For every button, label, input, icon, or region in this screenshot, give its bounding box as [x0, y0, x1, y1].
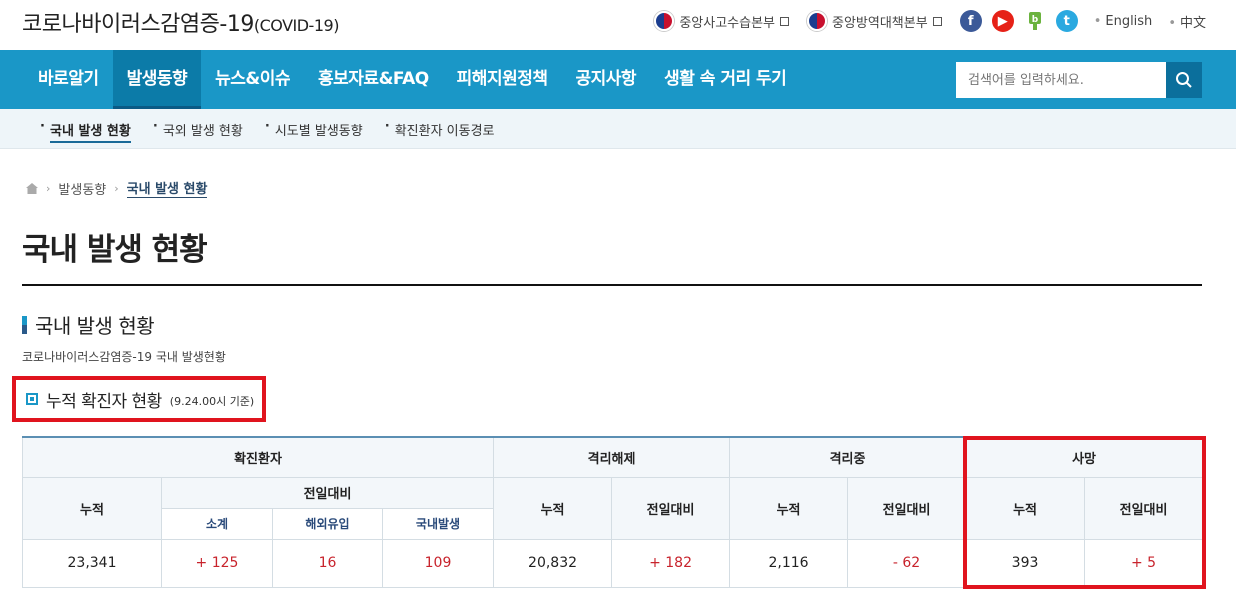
isolated-cumulative: 2,116: [729, 538, 849, 588]
header-released: 격리해제: [493, 436, 731, 478]
site-title-main: 코로나바이러스감염증-19: [22, 12, 254, 37]
section-title: 국내 발생 현황: [22, 310, 155, 339]
government-emblem-icon: [807, 11, 827, 31]
gov-link-cdhq[interactable]: 중앙방역대책본부: [807, 11, 942, 31]
main-nav: 바로알기 발생동향 뉴스&이슈 홍보자료&FAQ 피해지원정책 공지사항 생활 …: [0, 50, 1236, 109]
released-cumulative: 20,832: [493, 538, 613, 588]
blog-icon[interactable]: b: [1023, 10, 1046, 32]
header-released-cumulative: 누적: [493, 476, 613, 540]
breadcrumb-item[interactable]: 발생동향: [58, 179, 106, 198]
external-link-icon: [780, 16, 789, 26]
cumulative-stats-table: 확진환자 격리해제 격리중 사망 누적 전일대비 누적 전일대비 누적 전일대비…: [21, 436, 1204, 588]
subsection-title: 누적 확진자 현황: [46, 391, 162, 412]
confirmed-cumulative: 23,341: [22, 538, 162, 588]
header-deaths: 사망: [965, 436, 1204, 478]
site-title-sub: (COVID-19): [253, 16, 340, 35]
main-nav-items: 바로알기 발생동향 뉴스&이슈 홍보자료&FAQ 피해지원정책 공지사항 생활 …: [24, 50, 800, 109]
breadcrumb-current[interactable]: 국내 발생 현황: [126, 178, 208, 198]
twitter-icon[interactable]: t: [1055, 10, 1078, 32]
header-released-daily: 전일대비: [611, 476, 731, 540]
header-confirmed-daily: 전일대비: [160, 476, 495, 509]
square-bullet-icon: [26, 393, 38, 405]
isolated-daily: - 62: [847, 538, 967, 588]
subsection-note: (9.24.00시 기준): [169, 394, 255, 408]
nav-item-trends[interactable]: 발생동향: [112, 50, 202, 109]
section-title-text: 국내 발생 현황: [35, 314, 155, 338]
subnav-item-domestic[interactable]: 국내 발생 현황: [40, 119, 131, 143]
facebook-icon[interactable]: f: [959, 10, 982, 32]
subnav-item-label: 확진환자 이동경로: [394, 123, 495, 139]
header-isolated-cumulative: 누적: [729, 476, 849, 540]
nav-item-about[interactable]: 바로알기: [24, 50, 113, 109]
gov-link-cdsch[interactable]: 중앙사고수습본부: [654, 11, 789, 31]
section-description: 코로나바이러스감염증-19 국내 발생현황: [22, 350, 226, 364]
gov-link-label: 중앙사고수습본부: [679, 15, 775, 31]
nav-item-distancing[interactable]: 생활 속 거리 두기: [650, 50, 800, 109]
subnav-item-routes[interactable]: 확진환자 이동경로: [385, 119, 495, 139]
header-deaths-cumulative: 누적: [965, 476, 1086, 540]
chevron-right-icon: ›: [114, 181, 119, 195]
subnav-item-label: 국내 발생 현황: [50, 123, 131, 143]
nav-item-news[interactable]: 뉴스&이슈: [201, 50, 304, 109]
confirmed-overseas: 16: [272, 538, 383, 588]
home-icon[interactable]: [26, 182, 38, 194]
top-bar: 코로나바이러스감염증-19(COVID-19) 중앙사고수습본부 중앙방역대책본…: [0, 0, 1236, 50]
header-overseas: 해외유입: [272, 507, 383, 540]
sub-nav-items: 국내 발생 현황 국외 발생 현황 시도별 발생동향 확진환자 이동경로: [40, 109, 495, 149]
gov-link-label: 중앙방역대책본부: [832, 15, 928, 31]
search-icon: [1176, 72, 1192, 88]
search-input[interactable]: [956, 62, 1166, 98]
site-title[interactable]: 코로나바이러스감염증-19(COVID-19): [22, 6, 339, 38]
subnav-item-regional[interactable]: 시도별 발생동향: [265, 119, 363, 139]
lang-english[interactable]: English: [1094, 14, 1152, 29]
external-link-icon: [932, 16, 942, 26]
header-confirmed: 확진환자: [21, 436, 495, 478]
title-divider: [22, 284, 1202, 286]
lang-chinese[interactable]: 中文: [1168, 12, 1206, 31]
deaths-daily: + 5: [1084, 538, 1204, 588]
sub-nav: 국내 발생 현황 국외 발생 현황 시도별 발생동향 확진환자 이동경로: [0, 109, 1236, 149]
table-header-row: 확진환자 격리해제 격리중 사망: [21, 436, 1204, 478]
header-isolated: 격리중: [729, 436, 967, 478]
confirmed-daily-total: + 125: [161, 538, 273, 588]
table-row: 23,341 + 125 16 109 20,832 + 182 2,116 -…: [22, 538, 1204, 588]
deaths-cumulative: 393: [965, 538, 1086, 588]
nav-item-promo-faq[interactable]: 홍보자료&FAQ: [304, 50, 443, 109]
subnav-item-label: 국외 발생 현황: [162, 123, 243, 139]
youtube-icon[interactable]: ▶: [991, 10, 1014, 32]
nav-item-support[interactable]: 피해지원정책: [443, 50, 562, 109]
subnav-item-label: 시도별 발생동향: [274, 123, 363, 139]
nav-item-notice[interactable]: 공지사항: [562, 50, 651, 109]
header-subtotal: 소계: [161, 507, 273, 540]
header-confirmed-cumulative: 누적: [22, 476, 162, 540]
header-domestic: 국내발생: [381, 507, 495, 540]
subnav-item-overseas[interactable]: 국외 발생 현황: [153, 119, 243, 139]
subsection-title-highlight: 누적 확진자 현황 (9.24.00시 기준): [12, 376, 266, 422]
header-isolated-daily: 전일대비: [847, 476, 967, 540]
search-button[interactable]: [1166, 62, 1202, 98]
government-emblem-icon: [654, 11, 675, 31]
blog-icon-letter: b: [1031, 15, 1038, 25]
breadcrumb: › 발생동향 › 국내 발생 현황: [26, 178, 208, 198]
confirmed-domestic: 109: [381, 538, 495, 588]
page-title: 국내 발생 현황: [22, 232, 208, 268]
table-header-row: 누적 전일대비 누적 전일대비 누적 전일대비 누적 전일대비: [22, 476, 1204, 540]
released-daily: + 182: [611, 538, 731, 588]
section-bar-icon: [22, 315, 27, 334]
header-deaths-daily: 전일대비: [1084, 476, 1204, 540]
chevron-right-icon: ›: [46, 181, 51, 195]
top-links: 중앙사고수습본부 중앙방역대책본부 f ▶ b t English 中文: [654, 10, 1206, 32]
